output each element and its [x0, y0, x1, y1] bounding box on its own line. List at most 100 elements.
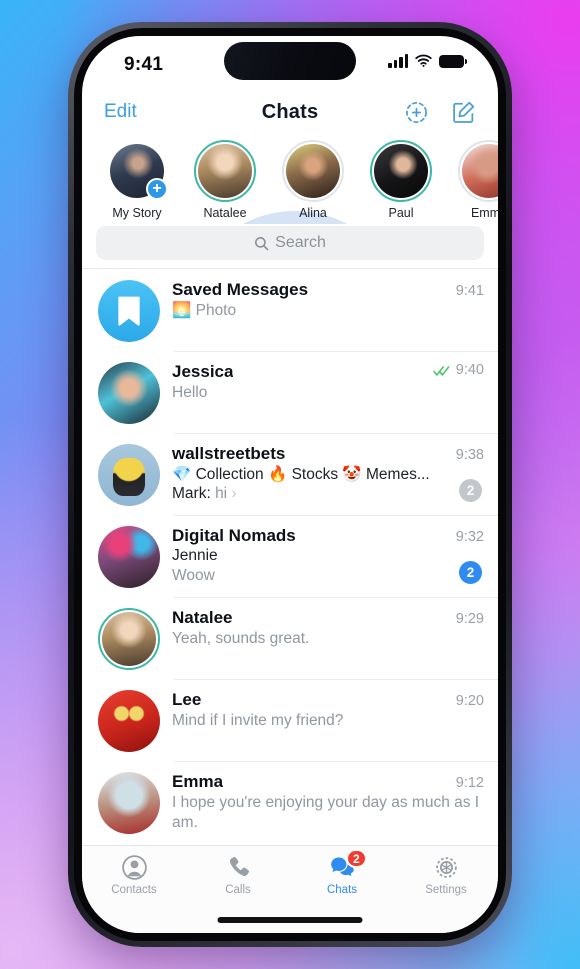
chat-body: Digital Nomads 9:32 Jennie Woow	[172, 524, 484, 588]
search-input[interactable]: Search	[96, 226, 484, 260]
story-label: Natalee	[203, 206, 247, 220]
chat-time: 9:38	[455, 447, 484, 463]
table-row[interactable]: Jessica 9:40 Hello	[82, 351, 498, 433]
home-indicator[interactable]	[217, 917, 363, 923]
story-avatar-ring	[458, 140, 498, 202]
phone-frame: 9:41 Edit Chats + My Story Natalee Alina…	[68, 22, 512, 947]
chat-time: 9:12	[455, 775, 484, 791]
unread-badge: 2	[459, 561, 482, 584]
avatar	[98, 608, 160, 670]
add-story-plus-icon[interactable]: +	[146, 178, 168, 200]
tab-label: Settings	[425, 884, 467, 896]
chat-title: Emma	[172, 772, 224, 791]
unread-badge: 2	[459, 479, 482, 502]
chat-body: Saved Messages 9:41 🌅 Photo	[172, 278, 484, 342]
phone-device: 9:41 Edit Chats + My Story Natalee Alina…	[68, 22, 512, 947]
chevron-right-icon: ›	[231, 485, 237, 502]
avatar	[286, 144, 340, 198]
table-row[interactable]: wallstreetbets 9:38 💎 Collection 🔥 Stock…	[82, 433, 498, 515]
story-item-natalee[interactable]: Natalee	[186, 140, 264, 220]
tab-settings[interactable]: Settings	[394, 854, 498, 896]
chat-preview: Woow	[172, 567, 215, 584]
search-icon	[254, 236, 269, 251]
chat-preview: I hope you're enjoying your day as much …	[172, 794, 480, 831]
story-label: Alina	[299, 206, 327, 220]
signal-bars-icon	[388, 54, 408, 68]
story-avatar-ring	[370, 140, 432, 202]
chat-title: Digital Nomads	[172, 526, 296, 545]
navigation-bar: Edit Chats	[82, 90, 498, 134]
chat-preview: Yeah, sounds great.	[172, 630, 310, 647]
search-row: Search	[82, 224, 498, 268]
chat-body: Emma 9:12 I hope you're enjoying your da…	[172, 770, 484, 834]
chat-list: Saved Messages 9:41 🌅 Photo Jessica 9:40…	[82, 268, 498, 843]
chat-preview: Mind if I invite my friend?	[172, 712, 344, 729]
chat-meta: 9:32	[448, 529, 484, 545]
chat-draft-line: Mark: hi ›	[172, 485, 484, 503]
stories-row[interactable]: + My Story Natalee Alina Paul Emm	[82, 134, 498, 224]
avatar	[98, 690, 160, 752]
table-row[interactable]: Emma 9:12 I hope you're enjoying your da…	[82, 761, 498, 843]
add-story-icon[interactable]	[404, 100, 429, 125]
status-bar: 9:41	[82, 36, 498, 90]
chat-meta: 9:12	[448, 775, 484, 791]
chat-title: Jessica	[172, 362, 234, 381]
story-avatar-ring	[194, 140, 256, 202]
story-label: Paul	[388, 206, 414, 220]
tab-label: Contacts	[111, 884, 157, 896]
saved-messages-icon	[98, 280, 160, 342]
chat-title: wallstreetbets	[172, 444, 286, 463]
avatar	[98, 280, 160, 342]
dynamic-island	[224, 42, 356, 80]
compose-icon[interactable]	[451, 100, 476, 125]
chat-preview: 🌅 Photo	[172, 302, 237, 319]
story-item-alina[interactable]: Alina	[274, 140, 352, 220]
chat-header-line: wallstreetbets 9:38	[172, 444, 484, 464]
tab-label: Calls	[225, 884, 251, 896]
table-row[interactable]: Digital Nomads 9:32 Jennie Woow 2	[82, 515, 498, 597]
chat-header-line: Digital Nomads 9:32	[172, 526, 484, 546]
chat-preview: Hello	[172, 384, 208, 401]
status-bar-time: 9:41	[124, 54, 164, 75]
chat-header-line: Natalee 9:29	[172, 608, 484, 628]
avatar	[374, 144, 428, 198]
tab-calls[interactable]: Calls	[186, 854, 290, 896]
story-item-my-story[interactable]: + My Story	[98, 140, 176, 220]
chat-body: Natalee 9:29 Yeah, sounds great.	[172, 606, 484, 670]
avatar	[462, 144, 498, 198]
tab-contacts[interactable]: Contacts	[82, 854, 186, 896]
chat-sender: Jennie	[172, 547, 218, 564]
battery-icon	[439, 55, 467, 68]
table-row[interactable]: Saved Messages 9:41 🌅 Photo	[82, 269, 498, 351]
edit-button[interactable]: Edit	[104, 101, 137, 123]
chat-meta: 9:20	[448, 693, 484, 709]
avatar	[98, 362, 160, 424]
chat-meta: 9:40	[425, 362, 484, 378]
chat-title: Natalee	[172, 608, 233, 627]
nav-actions	[404, 100, 476, 125]
table-row[interactable]: Natalee 9:29 Yeah, sounds great.	[82, 597, 498, 679]
tab-badge: 2	[346, 849, 367, 868]
story-avatar-ring	[282, 140, 344, 202]
tab-chats[interactable]: 2 Chats	[290, 849, 394, 896]
story-item-emma[interactable]: Emma	[450, 140, 498, 220]
table-row[interactable]: Lee 9:20 Mind if I invite my friend?	[82, 679, 498, 761]
chat-meta: 9:29	[448, 611, 484, 627]
wifi-icon	[415, 54, 432, 68]
story-avatar-ring: +	[106, 140, 168, 202]
chat-header-line: Emma 9:12	[172, 772, 484, 792]
chat-header-line: Saved Messages 9:41	[172, 280, 484, 300]
phone-icon	[186, 854, 290, 881]
chat-body: wallstreetbets 9:38 💎 Collection 🔥 Stock…	[172, 442, 484, 506]
phone-screen: 9:41 Edit Chats + My Story Natalee Alina…	[82, 36, 498, 933]
gear-icon	[394, 854, 498, 881]
contacts-icon	[82, 854, 186, 881]
status-bar-indicators	[388, 54, 467, 68]
story-label: My Story	[112, 206, 162, 220]
search-placeholder: Search	[275, 234, 326, 251]
story-item-paul[interactable]: Paul	[362, 140, 440, 220]
chat-title: Saved Messages	[172, 280, 309, 299]
avatar	[98, 444, 160, 506]
chat-body: Jessica 9:40 Hello	[172, 360, 484, 424]
tab-bar: Contacts Calls 2 Chats Settings	[82, 845, 498, 933]
